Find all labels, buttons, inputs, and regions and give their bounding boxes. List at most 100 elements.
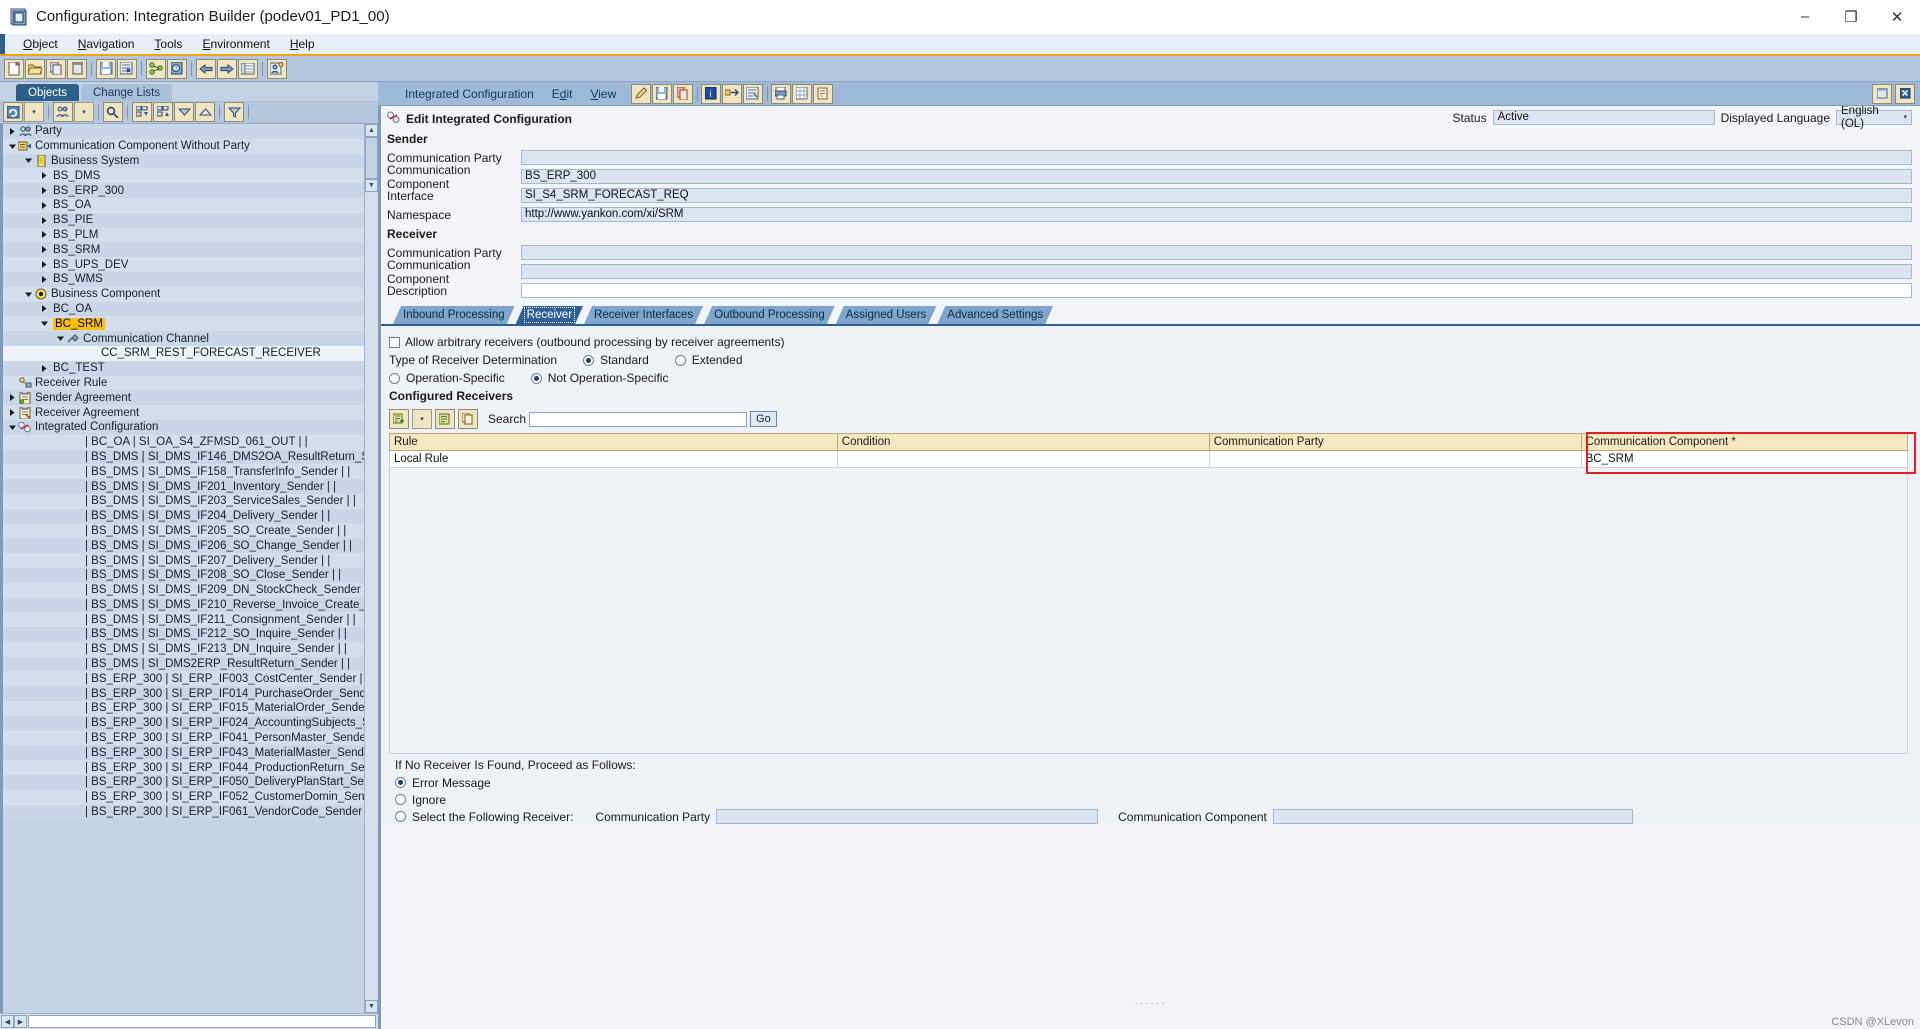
tree-item-bs-erp-300-si-erp-if041-personmaster-sender[interactable]: | BS_ERP_300 | SI_ERP_IF041_PersonMaster… — [3, 730, 364, 746]
chevron-right-icon[interactable] — [7, 393, 18, 402]
restore-pane-icon[interactable] — [1872, 83, 1892, 104]
save-icon[interactable] — [96, 58, 116, 79]
scroll-right-button[interactable]: ▶ — [14, 1015, 27, 1028]
tree-item-bs-erp-300-si-erp-if024-accountingsubjects-sende[interactable]: | BS_ERP_300 | SI_ERP_IF024_AccountingSu… — [3, 715, 364, 731]
tree-item-bs-erp-300-si-erp-if015-materialorder-sender[interactable]: | BS_ERP_300 | SI_ERP_IF015_MaterialOrde… — [3, 701, 364, 716]
tree-item-bc-srm[interactable]: BC_SRM — [3, 316, 364, 332]
sender-communication-party-input[interactable] — [521, 150, 1912, 165]
chevron-right-icon[interactable] — [39, 201, 50, 210]
tree-item-bs-wms[interactable]: BS_WMS — [3, 271, 364, 287]
tree-item-bs-dms-si-dms-if212-so-inquire-sender[interactable]: | BS_DMS | SI_DMS_IF212_SO_Inquire_Sende… — [3, 627, 364, 642]
find-icon[interactable] — [103, 102, 123, 122]
check-object-icon[interactable] — [117, 58, 137, 79]
tree-item-bs-erp-300-si-erp-if044-productionreturn-sender[interactable]: | BS_ERP_300 | SI_ERP_IF044_ProductionRe… — [3, 760, 364, 776]
tree-item-communication-component-without-party[interactable]: Communication Component Without Party — [3, 138, 364, 154]
tree-item-bs-dms-si-dms-if158-transferinfo-sender[interactable]: | BS_DMS | SI_DMS_IF158_TransferInfo_Sen… — [3, 464, 364, 480]
tab-advanced-settings[interactable]: Advanced Settings — [937, 306, 1053, 324]
column-rule[interactable]: Rule — [389, 433, 838, 451]
tree-item-bs-erp-300-si-erp-if043-materialmaster-sender[interactable]: | BS_ERP_300 | SI_ERP_IF043_MaterialMast… — [3, 745, 364, 761]
tree-item-bs-dms-si-dms-if205-so-create-sender[interactable]: | BS_DMS | SI_DMS_IF205_SO_Create_Sender… — [3, 523, 364, 539]
tree-item-bs-erp-300-si-erp-if061-vendorcode-sender[interactable]: | BS_ERP_300 | SI_ERP_IF061_VendorCode_S… — [3, 804, 364, 820]
collapse-all-icon[interactable] — [195, 102, 215, 122]
chevron-right-icon[interactable] — [7, 127, 18, 136]
close-button[interactable]: ✕ — [1874, 0, 1920, 34]
select-following-receiver-radio[interactable] — [395, 811, 406, 822]
tree-item-bs-erp-300[interactable]: BS_ERP_300 — [3, 183, 364, 198]
delete-row-icon[interactable] — [435, 409, 455, 429]
column-communication-component[interactable]: Communication Component * — [1580, 433, 1909, 451]
tab-objects[interactable]: Objects — [16, 84, 79, 101]
language-select[interactable]: English (OL) ▾ — [1836, 106, 1912, 130]
edit-mode-icon[interactable] — [631, 83, 652, 104]
sort-descending-icon[interactable] — [132, 102, 152, 122]
minimize-button[interactable]: – — [1782, 0, 1828, 34]
object-tree[interactable]: Party Communication Component Without Par… — [0, 124, 378, 1013]
tree-item-bs-erp-300-si-erp-if014-purchaseorder-sender[interactable]: | BS_ERP_300 | SI_ERP_IF014_PurchaseOrde… — [3, 686, 364, 702]
tree-item-business-component[interactable]: Business Component — [3, 286, 364, 302]
delete-icon[interactable] — [67, 58, 87, 79]
table-row[interactable]: Local Rule BC_SRM — [389, 450, 1909, 468]
tree-item-bs-dms-si-dms-if203-servicesales-sender[interactable]: | BS_DMS | SI_DMS_IF203_ServiceSales_Sen… — [3, 493, 364, 509]
forward-arrow-icon[interactable] — [217, 58, 237, 79]
sender-interface-input[interactable]: SI_S4_SRM_FORECAST_REQ — [521, 188, 1912, 203]
no-receiver-ignore-row[interactable]: Ignore — [395, 791, 1908, 808]
error-message-radio[interactable] — [395, 777, 406, 788]
tree-item-bs-erp-300-si-erp-if052-customerdomin-sender[interactable]: | BS_ERP_300 | SI_ERP_IF052_CustomerDomi… — [3, 789, 364, 805]
tree-vertical-scrollbar[interactable]: ▲ ▼ ▼ — [364, 124, 378, 1013]
chevron-right-icon[interactable] — [39, 216, 50, 225]
new-icon[interactable] — [4, 58, 24, 79]
tree-item-bs-dms[interactable]: BS_DMS — [3, 168, 364, 184]
tree-item-bs-dms-si-dms2erp-resultreturn-sender[interactable]: | BS_DMS | SI_DMS2ERP_ResultReturn_Sende… — [3, 656, 364, 672]
tree-item-bs-dms-si-dms-if201-inventory-sender[interactable]: | BS_DMS | SI_DMS_IF201_Inventory_Sender… — [3, 479, 364, 494]
tree-item-bs-ups-dev[interactable]: BS_UPS_DEV — [3, 257, 364, 272]
tab-change-lists[interactable]: Change Lists — [81, 84, 173, 101]
editor-menu-edit[interactable]: Edit — [543, 87, 582, 101]
chevron-down-icon[interactable] — [23, 291, 34, 298]
save-editor-icon[interactable] — [652, 83, 673, 104]
refresh-icon[interactable] — [3, 102, 23, 122]
tree-item-receiver-agreement[interactable]: Receiver Agreement — [3, 405, 364, 420]
maximize-button[interactable]: ❐ — [1828, 0, 1874, 34]
column-condition[interactable]: Condition — [836, 433, 1210, 451]
chevron-right-icon[interactable] — [39, 230, 50, 239]
resize-grip[interactable]: ······ — [1135, 998, 1167, 1009]
print-icon[interactable] — [771, 83, 792, 104]
duplicate-icon[interactable] — [673, 83, 694, 104]
insert-row-icon[interactable] — [389, 409, 409, 429]
editor-menu-view[interactable]: View — [581, 87, 625, 101]
info-icon[interactable]: i — [701, 83, 722, 104]
cell-communication-component[interactable]: BC_SRM — [1580, 450, 1909, 468]
tree-item-integrated-configuration[interactable]: Integrated Configuration — [3, 419, 364, 435]
menu-environment[interactable]: Environment — [192, 37, 279, 51]
tree-item-bs-dms-si-dms-if206-so-change-sender[interactable]: | BS_DMS | SI_DMS_IF206_SO_Change_Sender… — [3, 538, 364, 554]
editor-menu-integrated-configuration[interactable]: Integrated Configuration — [396, 87, 543, 101]
tree-item-bs-dms-si-dms-if208-so-close-sender[interactable]: | BS_DMS | SI_DMS_IF208_SO_Close_Sender … — [3, 567, 364, 583]
tree-horizontal-scrollbar[interactable]: ◀ ▶ — [0, 1013, 378, 1029]
chevron-down-icon[interactable] — [55, 335, 66, 342]
insert-row-dropdown-icon[interactable]: ▾ — [412, 409, 432, 429]
tree-item-bs-dms-si-dms-if211-consignment-sender[interactable]: | BS_DMS | SI_DMS_IF211_Consignment_Send… — [3, 612, 364, 628]
tab-assigned-users[interactable]: Assigned Users — [836, 306, 937, 324]
tree-item-bc-test[interactable]: BC_TEST — [3, 360, 364, 376]
allow-arbitrary-receivers-checkbox[interactable] — [389, 336, 400, 348]
tree-item-sender-agreement[interactable]: Sender Agreement — [3, 390, 364, 406]
open-icon[interactable] — [25, 58, 45, 79]
search-go-button[interactable]: Go — [750, 411, 777, 427]
menu-object[interactable]: Object — [13, 37, 68, 51]
tree-item-bs-dms-si-dms-if213-dn-inquire-sender[interactable]: | BS_DMS | SI_DMS_IF213_DN_Inquire_Sende… — [3, 641, 364, 657]
copy-icon[interactable] — [46, 58, 66, 79]
filter-icon[interactable] — [224, 102, 244, 122]
sender-namespace-input[interactable]: http://www.yankon.com/xi/SRM — [521, 207, 1912, 222]
documentation-icon[interactable] — [813, 83, 834, 104]
chevron-down-icon[interactable] — [23, 157, 34, 164]
menu-tools[interactable]: Tools — [144, 37, 192, 51]
chevron-right-icon[interactable] — [7, 408, 18, 417]
tree-item-bs-dms-si-dms-if209-dn-stockcheck-sender[interactable]: | BS_DMS | SI_DMS_IF209_DN_StockCheck_Se… — [3, 582, 364, 598]
party-dropdown-icon[interactable]: ▾ — [74, 102, 94, 122]
chevron-right-icon[interactable] — [39, 186, 50, 195]
tree-rows[interactable]: Party Communication Component Without Par… — [3, 124, 364, 1013]
back-arrow-icon[interactable] — [196, 58, 216, 79]
menu-help[interactable]: Help — [280, 37, 325, 51]
no-receiver-error-row[interactable]: Error Message — [395, 774, 1908, 791]
where-used-icon[interactable] — [722, 83, 743, 104]
